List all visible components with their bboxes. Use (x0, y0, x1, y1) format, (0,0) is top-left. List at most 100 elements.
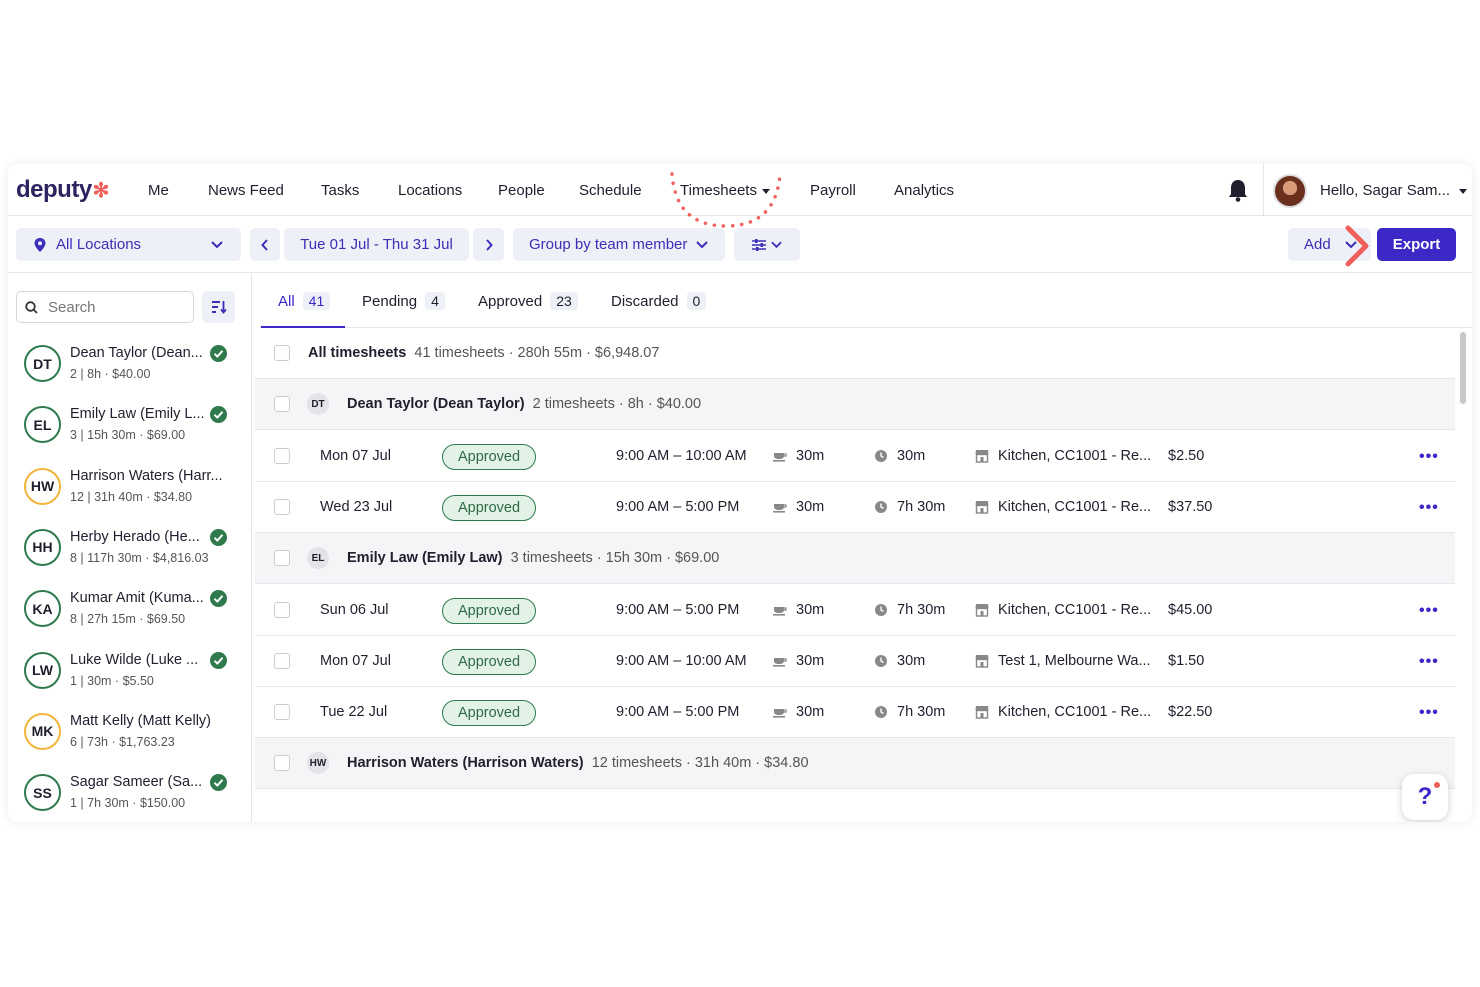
tab-label: All (278, 292, 295, 310)
shift-duration: 7h 30m (897, 704, 946, 721)
timesheet-row[interactable]: Tue 22 Jul Approved 9:00 AM – 5:00 PM 30m 7h… (255, 687, 1455, 739)
status-badge: Approved (442, 597, 536, 624)
team-member-item[interactable]: DT Dean Taylor (Dean... 2 | 8h · $40.00 (8, 337, 252, 398)
timesheet-date: Sun 06 Jul (320, 601, 389, 618)
team-member-item[interactable]: MK Matt Kelly (Matt Kelly) 6 | 73h · $1,76… (8, 705, 252, 766)
group-checkbox[interactable] (274, 550, 290, 567)
row-checkbox[interactable] (274, 652, 290, 669)
row-checkbox[interactable] (274, 447, 290, 464)
all-timesheets-row[interactable]: All timesheets 41 timesheets · 280h 55m … (255, 328, 1455, 379)
date-range-picker[interactable]: Tue 01 Jul - Thu 31 Jul (284, 228, 469, 261)
status-badge: Approved (442, 700, 536, 727)
tab-label: Discarded (611, 292, 679, 310)
all-timesheets-label: All timesheets (308, 345, 407, 361)
timesheet-row[interactable]: Sun 06 Jul Approved 9:00 AM – 5:00 PM 30m 7h… (255, 585, 1455, 636)
bell-icon[interactable] (1227, 178, 1249, 202)
team-member-item[interactable]: SS Sagar Sameer (Sa... 1 | 7h 30m · $150.0… (8, 766, 252, 822)
deputy-logo[interactable]: deputy✻ (16, 176, 109, 204)
tab-pending[interactable]: Pending 4 (362, 292, 445, 310)
user-menu-caret-icon[interactable] (1459, 189, 1467, 194)
nav-tasks[interactable]: Tasks (321, 182, 359, 199)
toolbar: All Locations Tue 01 Jul - Thu 31 Jul Gr… (8, 217, 1472, 273)
nav-me[interactable]: Me (148, 182, 169, 199)
group-checkbox[interactable] (274, 755, 290, 772)
timesheet-row[interactable]: Mon 07 Jul Approved 9:00 AM – 10:00 AM 30m 3… (255, 431, 1455, 482)
clock-icon (875, 449, 887, 462)
group-summary: 2 timesheets · 8h · $40.00 (532, 396, 702, 413)
more-options-icon[interactable]: ••• (1419, 704, 1439, 722)
team-member-group-row[interactable]: HW Harrison Waters (Harrison Waters) 12 t… (255, 738, 1455, 790)
more-options-icon[interactable]: ••• (1419, 448, 1439, 466)
team-member-group-row[interactable]: EL Emily Law (Emily Law) 3 timesheets · 1… (255, 533, 1455, 585)
row-checkbox[interactable] (274, 704, 290, 721)
sort-button[interactable] (202, 291, 235, 323)
team-member-group-row[interactable]: DT Dean Taylor (Dean Taylor) 2 timesheets… (255, 379, 1455, 431)
row-checkbox[interactable] (274, 498, 290, 515)
user-avatar[interactable] (1273, 174, 1307, 208)
team-member-item[interactable]: EL Emily Law (Emily L... 3 | 15h 30m · $69… (8, 398, 252, 459)
nav-analytics[interactable]: Analytics (894, 182, 954, 199)
check-circle-icon (210, 774, 227, 792)
group-by-select[interactable]: Group by team member (513, 228, 725, 261)
avatar: HW (307, 752, 329, 775)
break-duration: 30m (796, 704, 825, 721)
tab-label: Approved (478, 292, 543, 310)
store-icon (975, 500, 989, 514)
avatar: SS (24, 774, 61, 812)
team-member-summary: 8 | 27h 15m · $69.50 (70, 612, 186, 627)
tab-all[interactable]: All 41 (278, 292, 331, 310)
break-duration: 30m (796, 447, 825, 464)
scrollbar[interactable] (1460, 332, 1466, 404)
shift-time: 9:00 AM – 5:00 PM (616, 498, 740, 515)
store-icon (975, 449, 989, 463)
shift-location: Kitchen, CC1001 - Re... (998, 498, 1152, 515)
tab-discarded[interactable]: Discarded 0 (611, 292, 707, 310)
check-circle-icon (210, 528, 227, 546)
tab-approved[interactable]: Approved 23 (478, 292, 578, 310)
team-member-item[interactable]: HH Herby Herado (He... 8 | 117h 30m · $4,8… (8, 521, 252, 582)
more-options-icon[interactable]: ••• (1419, 499, 1439, 517)
team-member-name: Dean Taylor (Dean... (70, 345, 203, 361)
group-summary: 12 timesheets · 31h 40m · $34.80 (591, 755, 809, 772)
row-checkbox[interactable] (274, 601, 290, 618)
user-greeting[interactable]: Hello, Sagar Sam... (1320, 182, 1450, 199)
break-duration: 30m (796, 601, 825, 618)
status-badge: Approved (442, 494, 536, 521)
prev-date-button[interactable] (250, 228, 280, 261)
filter-button[interactable] (734, 228, 800, 261)
timesheet-row[interactable]: Mon 07 Jul Approved 9:00 AM – 10:00 AM 30m 3… (255, 636, 1455, 687)
select-all-checkbox[interactable] (274, 345, 290, 361)
team-member-item[interactable]: KA Kumar Amit (Kuma... 8 | 27h 15m · $69.5… (8, 582, 252, 643)
help-button[interactable]: ? (1402, 774, 1448, 820)
avatar: MK (24, 712, 61, 750)
location-select[interactable]: All Locations (16, 228, 241, 261)
group-checkbox[interactable] (274, 396, 290, 413)
more-options-icon[interactable]: ••• (1419, 653, 1439, 671)
team-member-item[interactable]: HW Harrison Waters (Harr... 12 | 31h 40m ·… (8, 460, 252, 521)
group-name: Dean Taylor (Dean Taylor) (347, 396, 525, 413)
more-options-icon[interactable]: ••• (1419, 602, 1439, 620)
chevron-down-icon (696, 241, 708, 249)
team-member-name: Sagar Sameer (Sa... (70, 774, 203, 791)
next-date-button[interactable] (473, 228, 504, 261)
shift-cost: $45.00 (1168, 601, 1213, 618)
nav-payroll[interactable]: Payroll (810, 182, 856, 199)
shift-cost: $2.50 (1168, 447, 1205, 464)
nav-locations[interactable]: Locations (398, 182, 462, 199)
team-member-summary: 8 | 117h 30m · $4,816.03 (70, 550, 209, 565)
filter-sliders-icon (752, 238, 766, 251)
shift-cost: $22.50 (1168, 704, 1213, 721)
search-input[interactable] (48, 298, 178, 316)
avatar: DT (307, 393, 329, 416)
export-button[interactable]: Export (1377, 228, 1456, 261)
team-member-sidebar: DTDean Taylor (Dean...2 | 8h · $40.00ELE… (8, 274, 252, 822)
shift-time: 9:00 AM – 10:00 AM (616, 652, 747, 669)
team-member-item[interactable]: LW Luke Wilde (Luke ... 1 | 30m · $5.50 (8, 644, 252, 705)
nav-schedule[interactable]: Schedule (579, 182, 642, 199)
coffee-break-icon (773, 503, 787, 513)
nav-news-feed[interactable]: News Feed (208, 182, 284, 199)
timesheet-row[interactable]: Wed 23 Jul Approved 9:00 AM – 5:00 PM 30m 7h… (255, 482, 1455, 533)
nav-people[interactable]: People (498, 182, 545, 199)
team-member-summary: 1 | 7h 30m · $150.00 (70, 796, 186, 811)
search-box[interactable] (16, 291, 194, 323)
